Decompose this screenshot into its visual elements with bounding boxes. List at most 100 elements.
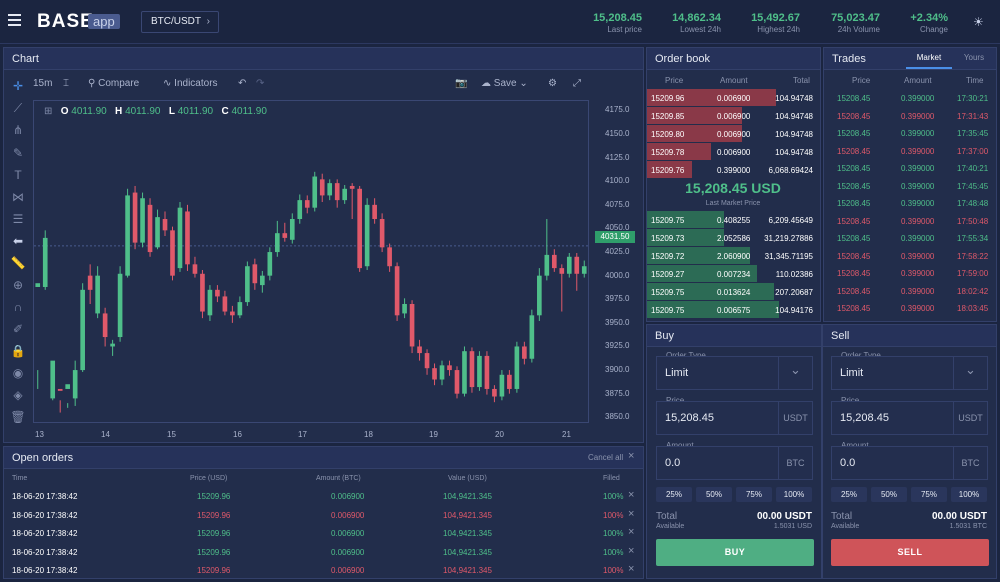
trendline-icon[interactable]: ⟋ (10, 100, 26, 116)
open-order-row[interactable]: 18-06-20 17:38:42 15209.96 0.006900 104,942… (3, 543, 643, 561)
save-button[interactable]: ☁ Save ⌄ (481, 78, 528, 89)
candle (102, 307, 108, 347)
text-icon[interactable]: T (10, 167, 26, 183)
settings-icon[interactable]: ⚙ (548, 78, 557, 89)
pitchfork-icon[interactable]: ⋔ (10, 122, 26, 138)
candle (57, 388, 63, 413)
candle (177, 202, 183, 272)
redo-icon[interactable]: ↷ (256, 78, 264, 89)
order-value: 104,9421.345 (443, 510, 492, 520)
candle (387, 243, 392, 272)
buy-pct-button[interactable]: 75% (736, 487, 772, 502)
buy-price-input[interactable]: 15,208.45 USDT (656, 401, 813, 435)
indicators-icon: ∿ (163, 78, 175, 89)
sell-pct-button[interactable]: 25% (831, 487, 867, 502)
trade-row: 15208.45 0.399000 17:58:22 (824, 252, 996, 268)
theme-toggle-icon[interactable]: ☀ (973, 15, 984, 29)
tab-market[interactable]: Market (906, 51, 952, 69)
oo-header-price: Price (USD) (190, 475, 228, 482)
undo-icon[interactable]: ↶ (238, 78, 246, 89)
sell-order-type-value: Limit (840, 367, 864, 379)
interval-selector[interactable]: 15m (33, 78, 52, 89)
y-tick-label: 4075.0 (605, 199, 630, 209)
trade-price: 15208.45 (837, 304, 871, 313)
buy-title: Buy (647, 325, 821, 347)
orderbook-row[interactable]: 15209.80 0.006900 104.94748 (647, 125, 819, 142)
tab-yours[interactable]: Yours (956, 51, 992, 69)
ob-amount: 0.006900 (717, 94, 751, 103)
magnet-icon[interactable]: ∩ (10, 299, 26, 315)
sell-pct-button[interactable]: 50% (871, 487, 907, 502)
sell-amount-input[interactable]: 0.0 BTC (831, 446, 988, 480)
orderbook-row[interactable]: 15209.72 2.060900 31,345.71195 (647, 247, 819, 264)
ruler-icon[interactable]: 📏 (10, 255, 26, 271)
pattern-icon[interactable]: ⋈ (10, 189, 26, 205)
sell-price-input[interactable]: 15,208.45 USDT (831, 401, 988, 435)
candle (140, 192, 145, 248)
trades-header-price: Price (852, 76, 871, 85)
camera-icon[interactable]: 📷 (455, 78, 467, 89)
trade-price: 15208.45 (837, 146, 871, 156)
close-icon[interactable]: × (628, 450, 634, 462)
cancel-order-icon[interactable]: × (628, 563, 634, 575)
y-tick-label: 4175.0 (605, 105, 630, 115)
trade-time: 17:48:48 (957, 199, 989, 208)
orderbook-row[interactable]: 15209.76 0.399000 6,068.69424 (647, 161, 819, 178)
fib-icon[interactable]: ☰ (10, 211, 26, 227)
orderbook-row[interactable]: 15209.96 0.006900 104.94748 (647, 89, 819, 106)
pencil-lock-icon[interactable]: ✐ (10, 321, 26, 337)
orderbook-row[interactable]: 15209.75 0.006575 104.94176 (647, 301, 819, 318)
compare-button[interactable]: ⚲ Compare (88, 78, 139, 89)
cancel-order-icon[interactable]: × (628, 545, 634, 557)
arrow-icon[interactable]: ⬅ (10, 233, 26, 249)
orderbook-row[interactable]: 15209.85 0.006900 104.94748 (647, 107, 819, 124)
layers-icon[interactable]: ◈ (10, 387, 26, 403)
candle (379, 213, 385, 253)
orderbook-row[interactable]: 15209.73 2.052586 31,219.27886 (647, 229, 819, 246)
trash-icon[interactable]: 🗑 (10, 409, 26, 425)
sell-pct-button[interactable]: 75% (911, 487, 947, 502)
lock-icon[interactable]: 🔒 (10, 343, 26, 359)
orderbook-row[interactable]: 15209.75 0.408255 6,209.45649 (647, 211, 819, 228)
sell-order-type-select[interactable]: Limit ⌄ (831, 356, 988, 390)
buy-amount-unit: BTC (778, 447, 812, 479)
fullscreen-icon[interactable]: ⤢ (573, 78, 581, 89)
buy-order-type-select[interactable]: Limit ⌄ (656, 356, 813, 390)
brush-icon[interactable]: ✎ (10, 145, 26, 161)
buy-pct-button[interactable]: 50% (696, 487, 732, 502)
open-order-row[interactable]: 18-06-20 17:38:42 15209.96 0.006900 104,942… (3, 506, 643, 524)
ob-price: 15209.75 (651, 288, 685, 297)
cancel-all-button[interactable]: Cancel all (588, 453, 623, 462)
buy-amount-input[interactable]: 0.0 BTC (656, 446, 813, 480)
trade-price: 15208.45 (837, 129, 871, 138)
open-order-row[interactable]: 18-06-20 17:38:42 15209.96 0.006900 104,942… (3, 487, 643, 505)
cancel-order-icon[interactable]: × (628, 508, 634, 520)
orderbook-row[interactable]: 15209.75 0.013624 207.20687 (647, 283, 819, 300)
menu-icon[interactable] (8, 14, 21, 26)
y-tick-label: 4125.0 (605, 152, 630, 162)
trades-header-time: Time (966, 76, 984, 85)
eye-icon[interactable]: ◉ (10, 365, 26, 381)
cancel-order-icon[interactable]: × (628, 526, 634, 538)
sell-button[interactable]: SELL (831, 539, 989, 566)
indicators-button[interactable]: ∿ Indicators (163, 78, 218, 89)
candle (319, 173, 325, 203)
candle-type-icon[interactable]: ⌶ (63, 78, 69, 89)
buy-button[interactable]: BUY (656, 539, 814, 566)
sell-pct-button[interactable]: 100% (951, 487, 987, 502)
zoom-icon[interactable]: ⊕ (10, 277, 26, 293)
ob-total: 104.94748 (775, 112, 813, 121)
buy-pct-button[interactable]: 100% (776, 487, 812, 502)
open-order-row[interactable]: 18-06-20 17:38:42 15209.96 0.006900 104,942… (3, 561, 643, 579)
buy-pct-button[interactable]: 25% (656, 487, 692, 502)
open-order-row[interactable]: 18-06-20 17:38:42 15209.96 0.006900 104,942… (3, 524, 643, 542)
crosshair-icon[interactable]: ✛ (10, 78, 26, 94)
orderbook-row[interactable]: 15209.27 0.007234 110.02386 (647, 265, 819, 282)
trade-price: 15208.45 (837, 199, 871, 208)
sell-amount-value: 0.0 (840, 457, 856, 469)
trade-time: 17:55:34 (957, 234, 989, 243)
cancel-order-icon[interactable]: × (628, 489, 634, 501)
pair-selector[interactable]: BTC/USDT › (141, 11, 219, 33)
order-amount: 0.006900 (331, 547, 365, 557)
orderbook-row[interactable]: 15209.78 0.006900 104.94748 (647, 143, 819, 160)
